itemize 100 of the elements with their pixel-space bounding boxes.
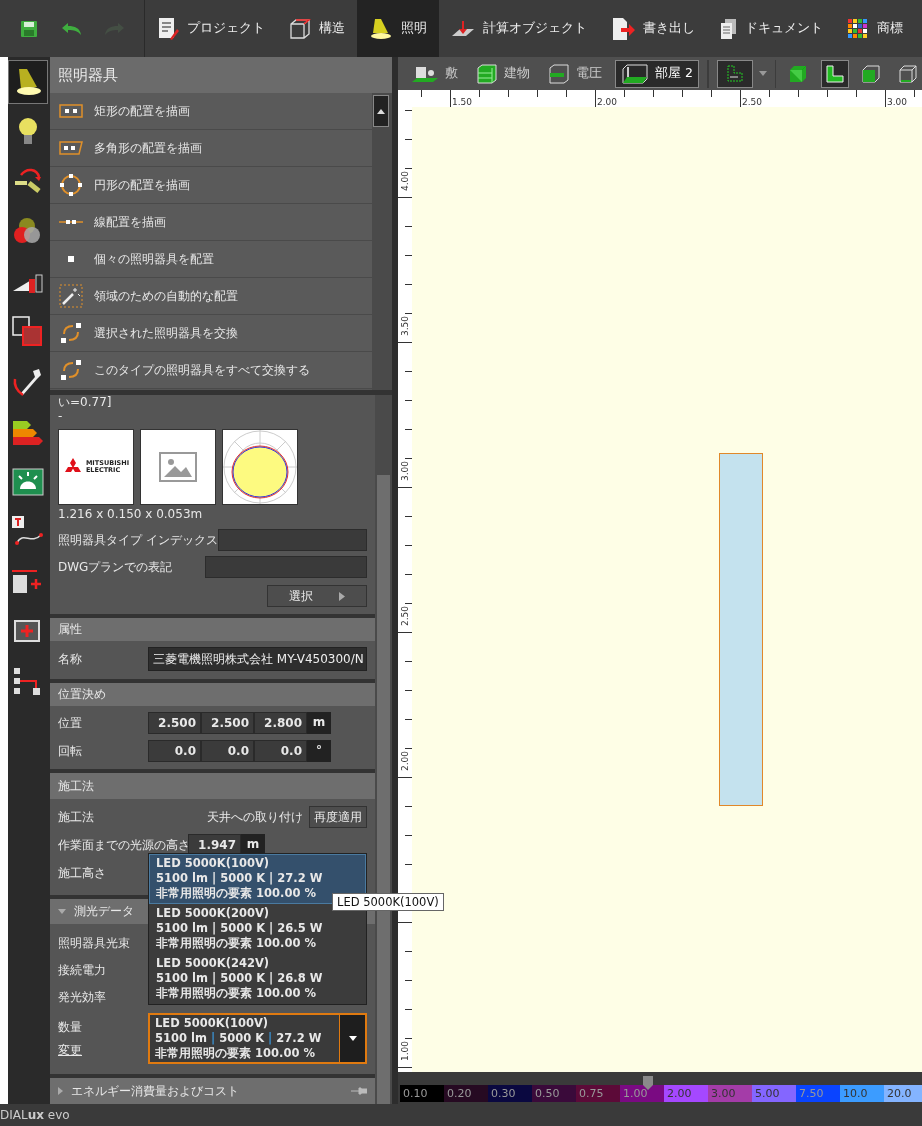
field-label: 照明器具タイプ インデックス — [58, 531, 218, 549]
legend-cell: 0.30 — [488, 1085, 532, 1102]
unit-label: m — [307, 712, 331, 734]
app-logo: DIALux evo — [0, 1108, 70, 1122]
expand-triangle-icon — [58, 1087, 63, 1095]
action-item[interactable]: このタイプの照明器具をすべて交換する — [50, 352, 372, 389]
field-label: 施工高さ — [58, 864, 107, 882]
main-tab[interactable]: プロジェクト — [145, 0, 277, 57]
level-tab[interactable]: 敷 — [406, 59, 463, 88]
scroll-up-button[interactable] — [373, 95, 389, 127]
legend-cell: 2.00 — [664, 1085, 708, 1102]
action-item[interactable]: 個々の照明器具を配置 — [50, 241, 372, 278]
field-label: 作業面までの光源の高さ — [58, 836, 188, 854]
overlap-squares-icon — [11, 315, 45, 349]
field-label: 名称 — [58, 650, 83, 668]
rectangle-layout-icon — [59, 104, 83, 118]
cube-icon — [823, 63, 846, 84]
ruler-label: 2.00 — [597, 97, 618, 107]
ruler-label: 1.50 — [452, 97, 473, 107]
circle-layout-icon — [59, 173, 83, 197]
unit-label: m — [241, 834, 265, 856]
panel-title: 照明器具 — [50, 57, 392, 93]
action-item[interactable]: 多角形の配置を描画 — [50, 130, 372, 167]
unit-label: ° — [307, 740, 331, 762]
ruler-label: 2.00 — [400, 751, 410, 772]
section-header[interactable]: エネルギー消費量およびコスト — [50, 1078, 375, 1104]
polygon-layout-icon — [59, 141, 83, 155]
legend-cell: 1.00 — [620, 1085, 664, 1102]
tool-button[interactable] — [8, 60, 48, 104]
number-field[interactable]: 1.947 — [188, 834, 241, 856]
floor-plan-icon — [725, 64, 744, 83]
main-tab[interactable]: 書き出し — [599, 0, 707, 57]
pin-icon[interactable] — [351, 1087, 367, 1095]
room-icon — [621, 62, 649, 85]
level-tab[interactable]: 建物 — [471, 59, 535, 88]
dropdown-arrow-icon[interactable] — [758, 71, 767, 76]
level-tab[interactable]: 電圧 — [543, 59, 607, 88]
up-arrow-icon — [377, 108, 385, 114]
main-tab[interactable]: 照明 — [357, 0, 439, 57]
number-field[interactable]: 0.0 — [201, 740, 254, 762]
legend-cell: 7.50 — [796, 1085, 840, 1102]
ruler-label: 3.00 — [400, 461, 410, 482]
tooltip: LED 5000K(100V) — [332, 893, 444, 911]
magic-wand-icon — [59, 284, 83, 308]
plan-view-button[interactable] — [716, 59, 753, 88]
number-field[interactable]: 2.500 — [148, 712, 201, 734]
field-label: DWGプランでの表記 — [58, 558, 174, 576]
legend-cell: 20.0 — [884, 1085, 922, 1102]
action-item[interactable]: 領域のための自動的な配置 — [50, 278, 372, 315]
lamp-icon — [369, 17, 393, 40]
ruler-label: 2.50 — [742, 97, 763, 107]
action-item[interactable]: 選択された照明器具を交換 — [50, 315, 372, 352]
name-field[interactable]: 三菱電機照明株式会社 MY-V450300/N — [148, 647, 367, 671]
number-field[interactable]: 2.500 — [201, 712, 254, 734]
documents-icon — [719, 17, 737, 40]
rating-text: い=0.77] — [58, 395, 112, 409]
ruler-label: 3.00 — [887, 97, 908, 107]
number-field[interactable]: 0.0 — [148, 740, 201, 762]
select-button[interactable]: 選択 — [267, 585, 367, 607]
dash-text: - — [58, 409, 63, 423]
luminaire-dropdown[interactable]: LED 5000K(100V) 5100 lm | 5000 K | 27.2 W 非常用照明の要素 100.00 % — [148, 1013, 367, 1064]
action-item[interactable]: 矩形の配置を描画 — [50, 93, 372, 130]
legend-cell: 5.00 — [752, 1085, 796, 1102]
main-tab[interactable]: 計算オブジェクト — [439, 0, 599, 57]
number-field[interactable]: 0.0 — [254, 740, 307, 762]
number-field[interactable]: 2.800 — [254, 712, 307, 734]
input-field[interactable] — [205, 556, 367, 578]
save-icon[interactable] — [20, 19, 38, 38]
section-header: 位置決め — [50, 683, 375, 706]
legend-cell: 0.10 — [400, 1085, 444, 1102]
single-point-icon — [68, 256, 74, 262]
main-tab[interactable]: 商標 — [835, 0, 915, 57]
reapply-button[interactable]: 再度適用 — [309, 806, 367, 828]
building-icon — [476, 62, 498, 85]
action-item[interactable]: 円形の配置を描画 — [50, 167, 372, 204]
swap-icon — [60, 359, 82, 381]
caret-icon — [339, 591, 345, 601]
legend-cell: 0.75 — [576, 1085, 620, 1102]
field-label: 照明器具光束 — [58, 936, 130, 950]
input-field[interactable] — [217, 529, 367, 551]
main-tab[interactable]: ドキュメント — [707, 0, 835, 57]
storey-icon — [548, 62, 570, 85]
field-label: 発光効率 — [58, 990, 106, 1004]
undo-icon[interactable] — [60, 21, 82, 36]
slider-handle[interactable] — [643, 1076, 653, 1090]
export-icon — [611, 16, 635, 41]
change-link[interactable]: 変更 — [58, 1041, 148, 1059]
section-header: 属性 — [50, 618, 375, 641]
ruler-label: 3.50 — [400, 316, 410, 337]
level-tab[interactable]: 部屋 2 — [615, 59, 699, 88]
dropdown-option[interactable]: LED 5000K(242V) 5100 lm | 5000 K | 26.8 W 非常用照明の要素 100.00 % — [149, 954, 366, 1004]
document-pen-icon — [157, 16, 179, 41]
main-tab[interactable]: 構造 — [277, 0, 357, 57]
legend-cell: 10.0 — [840, 1085, 884, 1102]
dimensions-text: 1.216 x 0.150 x 0.053m — [58, 507, 203, 521]
field-label: 接続電力 — [58, 963, 106, 977]
action-item[interactable]: 線配置を描画 — [50, 204, 372, 241]
polar-diagram-icon — [223, 430, 297, 504]
legend-cell: 0.20 — [444, 1085, 488, 1102]
view-mode-button[interactable] — [820, 59, 850, 88]
